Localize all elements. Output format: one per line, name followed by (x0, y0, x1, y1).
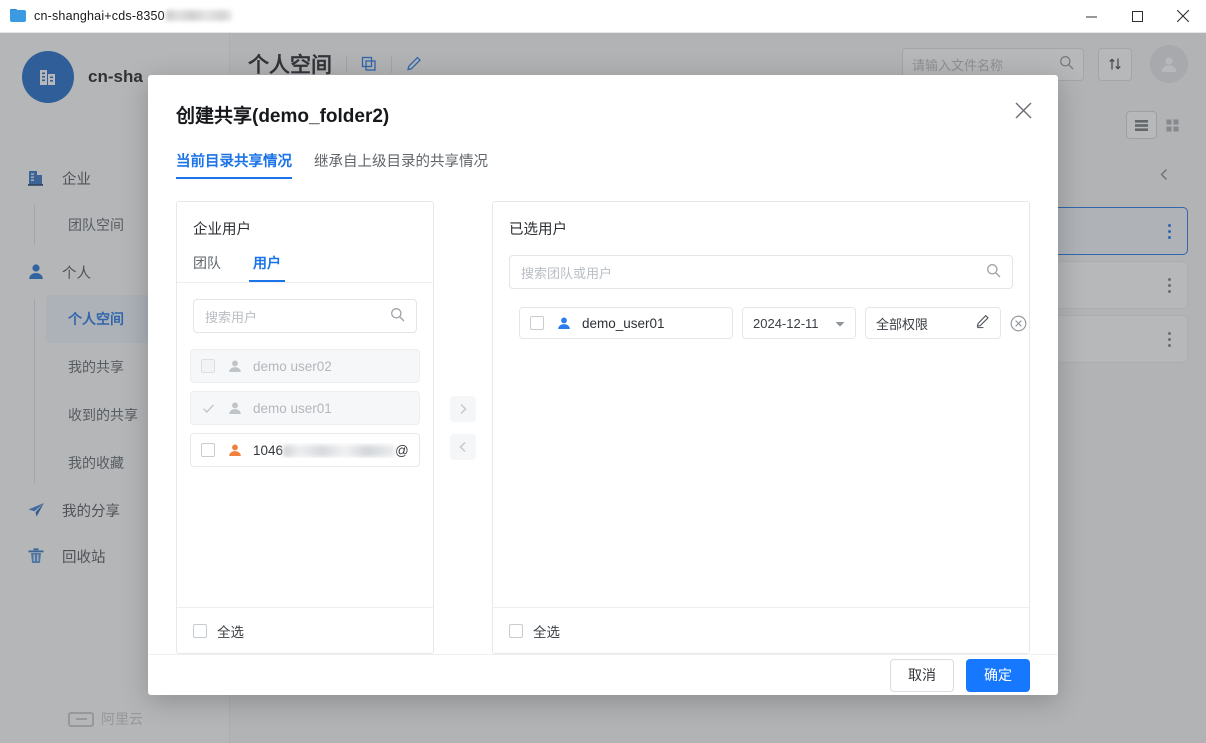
user-search-input[interactable]: 搜索用户 (193, 299, 417, 333)
search-icon (986, 263, 1001, 281)
select-all-label: 全选 (217, 624, 244, 640)
enterprise-select-all-row[interactable]: 全选 (177, 607, 433, 653)
user-search-placeholder: 搜索用户 (205, 309, 258, 325)
window-close-button[interactable] (1160, 0, 1206, 33)
tab-users[interactable]: 用户 (249, 253, 285, 282)
enterprise-user-list: demo user02 demo user01 1046 @ (177, 349, 433, 607)
list-item: demo user01 (190, 391, 420, 425)
confirm-button[interactable]: 确定 (966, 658, 1030, 692)
list-item-label: demo user01 (253, 400, 332, 416)
check-icon (201, 401, 215, 415)
select-all-checkbox[interactable] (509, 623, 523, 638)
user-avatar-blue-icon (555, 314, 573, 332)
enterprise-users-panel: 企业用户 团队 用户 搜索用户 demo user02 demo user01 … (176, 201, 434, 654)
selected-user-row: demo_user01 2024-12-11 全部权限 (506, 307, 1027, 339)
enterprise-users-tabs: 团队 用户 (177, 253, 433, 283)
user-avatar-orange-icon (226, 441, 244, 459)
user-checkbox (201, 359, 215, 373)
selected-users-panel: 已选用户 搜索团队或用户 demo_user01 2024-12-11 全部权限… (492, 201, 1030, 654)
list-item: demo user02 (190, 349, 420, 383)
window-title-redacted (165, 10, 232, 21)
edit-pencil-icon[interactable] (975, 314, 990, 332)
window-title: cn-shanghai+cds-8350 (34, 9, 232, 23)
window-titlebar: cn-shanghai+cds-8350 (0, 0, 1206, 33)
list-item-label: demo user02 (253, 358, 332, 374)
redacted-text (283, 444, 396, 457)
expiry-date-select[interactable]: 2024-12-11 (742, 307, 856, 339)
permission-field[interactable]: 全部权限 (865, 307, 1001, 339)
tab-current-directory-shares[interactable]: 当前目录共享情况 (176, 150, 292, 179)
close-icon[interactable] (1008, 95, 1038, 125)
dialog-body: 企业用户 团队 用户 搜索用户 demo user02 demo user01 … (148, 179, 1058, 654)
expiry-date-value: 2024-12-11 (753, 315, 819, 331)
permission-value: 全部权限 (876, 316, 929, 332)
create-share-dialog: 创建共享(demo_folder2) 当前目录共享情况 继承自上级目录的共享情况… (148, 75, 1058, 695)
user-avatar-gray-icon (226, 357, 244, 375)
selected-user-checkbox[interactable] (530, 316, 544, 330)
user-checkbox[interactable] (201, 443, 215, 457)
chevron-down-icon (835, 316, 845, 331)
app-window: cn-shanghai+cds-8350 cn-sha 企业 团队空间 个人 个… (0, 0, 1206, 743)
select-all-checkbox[interactable] (193, 623, 207, 638)
dialog-footer: 取消 确定 (148, 654, 1058, 695)
window-controls (1068, 0, 1206, 33)
cancel-button[interactable]: 取消 (890, 658, 954, 692)
selected-search-placeholder: 搜索团队或用户 (521, 265, 613, 281)
window-maximize-button[interactable] (1114, 0, 1160, 33)
list-item-label: 1046@a... (253, 442, 409, 458)
dialog-header: 创建共享(demo_folder2) (148, 75, 1058, 128)
enterprise-users-title: 企业用户 (193, 222, 251, 238)
selected-user-name: demo_user01 (582, 315, 665, 331)
remove-circle-icon[interactable] (1010, 313, 1027, 333)
search-icon (390, 307, 405, 325)
selected-users-title: 已选用户 (509, 222, 567, 238)
list-item[interactable]: 1046@a... (190, 433, 420, 467)
dialog-title: 创建共享(demo_folder2) (176, 106, 390, 127)
selected-user-list: demo_user01 2024-12-11 全部权限 (493, 305, 1029, 607)
user-avatar-gray-icon (226, 399, 244, 417)
select-all-label: 全选 (533, 624, 560, 640)
dialog-tabs: 当前目录共享情况 继承自上级目录的共享情况 (148, 150, 1058, 179)
tab-inherited-shares[interactable]: 继承自上级目录的共享情况 (314, 150, 488, 179)
chevron-right-icon[interactable] (450, 395, 476, 422)
selected-user-cell[interactable]: demo_user01 (519, 307, 733, 339)
transfer-controls (434, 201, 492, 654)
window-minimize-button[interactable] (1068, 0, 1114, 33)
selected-select-all-row[interactable]: 全选 (493, 607, 1029, 653)
chevron-left-icon[interactable] (450, 433, 476, 460)
selected-search-input[interactable]: 搜索团队或用户 (509, 255, 1013, 289)
folder-icon (10, 9, 26, 23)
tab-teams[interactable]: 团队 (193, 253, 221, 282)
